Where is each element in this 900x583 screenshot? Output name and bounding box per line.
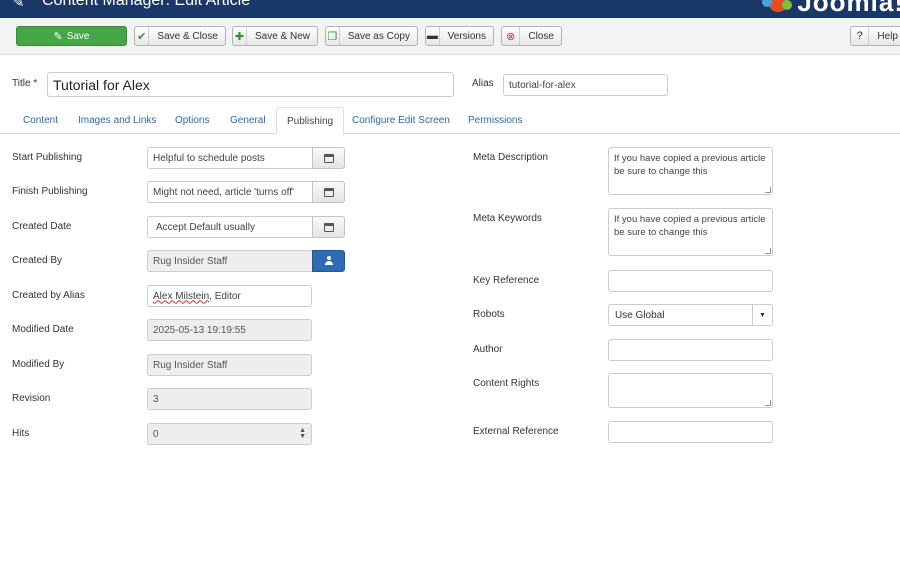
edit-icon: ✎ xyxy=(53,30,63,43)
calendar-icon xyxy=(323,153,334,163)
robots-selected-value: Use Global xyxy=(615,309,665,321)
key-reference-input[interactable] xyxy=(608,270,773,292)
save-close-button[interactable]: ✔ Save & Close xyxy=(134,26,226,46)
calendar-icon xyxy=(323,187,334,197)
archive-icon: ▬ xyxy=(426,27,440,45)
copy-icon: ❐ xyxy=(326,27,340,45)
app-header: ✎ Content Manager: Edit Article Joomla! xyxy=(0,0,900,18)
brand-logo: Joomla! xyxy=(797,0,900,17)
tab-images-and-links[interactable]: Images and Links xyxy=(68,107,166,134)
toolbar: ✎ Save ✔ Save & Close ✚ Save & New ❐ Sav… xyxy=(0,18,900,55)
joomla-logo-icon xyxy=(762,0,792,12)
tab-publishing[interactable]: Publishing xyxy=(276,107,345,135)
external-reference-input[interactable] xyxy=(608,421,773,443)
resize-grip-icon[interactable] xyxy=(765,248,771,254)
finish-publishing-input[interactable]: Might not need, article 'turns off' xyxy=(147,181,313,203)
start-publishing-label: Start Publishing xyxy=(12,152,83,163)
created-date-label: Created Date xyxy=(12,221,72,232)
created-by-alias-label: Created by Alias xyxy=(12,290,85,301)
tab-permissions[interactable]: Permissions xyxy=(458,107,532,134)
hits-input: 0 ▲ ▼ xyxy=(147,423,312,445)
hits-label: Hits xyxy=(12,428,30,439)
tab-configure-edit-screen[interactable]: Configure Edit Screen xyxy=(342,107,460,134)
modified-by-input: Rug Insider Staff xyxy=(147,354,312,376)
calendar-icon xyxy=(323,222,334,232)
meta-description-label: Meta Description xyxy=(473,152,549,163)
save-button[interactable]: ✎ Save xyxy=(16,26,127,46)
save-new-button[interactable]: ✚ Save & New xyxy=(232,26,318,46)
tab-options[interactable]: Options xyxy=(165,107,219,134)
author-label: Author xyxy=(473,344,503,355)
start-publishing-input[interactable]: Helpful to schedule posts xyxy=(147,147,313,169)
spinner-arrows-icon[interactable]: ▲ ▼ xyxy=(299,427,306,440)
user-icon xyxy=(324,256,334,266)
created-by-label: Created By xyxy=(12,255,63,266)
hits-value: 0 xyxy=(153,428,159,440)
created-by-input: Rug Insider Staff xyxy=(147,250,313,272)
meta-description-textarea[interactable]: If you have copied a previous article be… xyxy=(608,147,773,195)
alias-input[interactable]: tutorial-for-alex xyxy=(503,74,668,96)
created-date-input[interactable]: Accept Default usually xyxy=(147,216,313,238)
question-icon: ? xyxy=(851,27,870,45)
resize-grip-icon[interactable] xyxy=(765,187,771,193)
check-icon: ✔ xyxy=(135,27,150,45)
robots-label: Robots xyxy=(473,309,505,320)
caret-down-icon: ▼ xyxy=(752,305,772,325)
revision-input: 3 xyxy=(147,388,312,410)
meta-description-text: If you have copied a previous article be… xyxy=(614,153,766,177)
created-by-alias-input[interactable]: Alex Milstein, Editor xyxy=(147,285,312,307)
external-reference-label: External Reference xyxy=(473,426,559,437)
modified-date-input: 2025-05-13 19:19:55 xyxy=(147,319,312,341)
modified-date-label: Modified Date xyxy=(12,324,74,335)
revision-label: Revision xyxy=(12,393,51,404)
alias-role-text: , Editor xyxy=(209,290,241,302)
tab-content[interactable]: Content xyxy=(13,107,68,134)
title-input[interactable]: Tutorial for Alex xyxy=(47,72,454,97)
save-as-copy-button[interactable]: ❐ Save as Copy xyxy=(325,26,418,46)
help-button[interactable]: ? Help xyxy=(850,26,900,46)
tab-general[interactable]: General xyxy=(220,107,276,134)
resize-grip-icon[interactable] xyxy=(765,400,771,406)
title-label: Title * xyxy=(12,78,38,89)
start-publishing-calendar-button[interactable] xyxy=(312,147,345,169)
finish-publishing-calendar-button[interactable] xyxy=(312,181,345,203)
content-rights-textarea[interactable] xyxy=(608,373,773,408)
pencil-icon: ✎ xyxy=(12,0,25,11)
created-date-calendar-button[interactable] xyxy=(312,216,345,238)
plus-icon: ✚ xyxy=(233,27,247,45)
modified-by-label: Modified By xyxy=(12,359,65,370)
key-reference-label: Key Reference xyxy=(473,275,540,286)
page-title: Content Manager: Edit Article xyxy=(42,0,251,9)
content-rights-label: Content Rights xyxy=(473,378,540,389)
meta-keywords-label: Meta Keywords xyxy=(473,213,542,224)
meta-keywords-textarea[interactable]: If you have copied a previous article be… xyxy=(608,208,773,256)
author-input[interactable] xyxy=(608,339,773,361)
close-circle-icon: ⊗ xyxy=(502,27,521,45)
versions-button[interactable]: ▬ Versions xyxy=(425,26,494,46)
alias-name-text: Alex Milstein xyxy=(153,290,210,302)
meta-keywords-text: If you have copied a previous article be… xyxy=(614,214,766,238)
finish-publishing-label: Finish Publishing xyxy=(12,186,88,197)
tab-bar: Content Images and Links Options General… xyxy=(0,107,900,135)
robots-select[interactable]: Use Global ▼ xyxy=(608,304,773,326)
alias-label: Alias xyxy=(472,78,494,89)
select-user-button[interactable] xyxy=(312,250,345,272)
close-button[interactable]: ⊗ Close xyxy=(501,26,562,46)
